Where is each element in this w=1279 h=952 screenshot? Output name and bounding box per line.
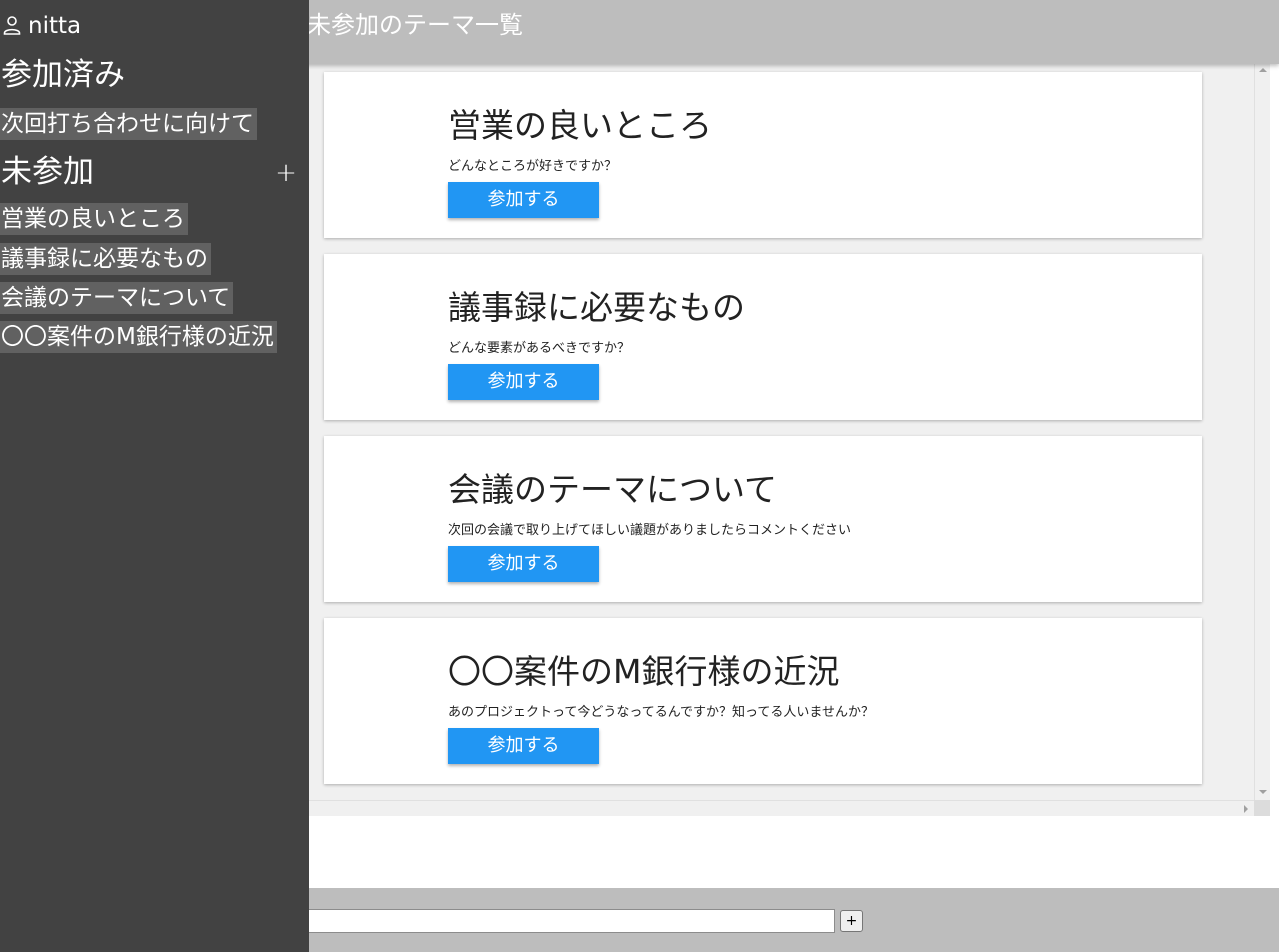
join-button[interactable]: 参加する [448,728,599,764]
user-name: nitta [28,13,82,39]
theme-title: 議事録に必要なもの [448,288,745,327]
theme-card: 営業の良いところ どんなところが好きですか？ 参加する [324,72,1202,238]
comment-input[interactable] [300,909,835,933]
scroll-up-icon[interactable] [1259,68,1267,72]
sidebar: nitta 参加済み 次回打ち合わせに向けて 未参加 + 営業の良いところ 議事… [0,0,309,952]
scroll-right-icon[interactable] [1244,805,1248,813]
add-comment-button[interactable]: + [840,910,863,932]
theme-title: 営業の良いところ [448,106,712,145]
join-button[interactable]: 参加する [448,546,599,582]
theme-title: 〇〇案件のM銀行様の近況 [448,652,840,691]
vertical-scrollbar[interactable] [1254,64,1270,800]
horizontal-scrollbar[interactable] [309,800,1254,816]
scrollbar-corner [1254,800,1270,816]
sidebar-item-theme[interactable]: 〇〇案件のM銀行様の近況 [0,321,277,353]
theme-description: どんな要素があるべきですか？ [448,341,631,356]
theme-card: 〇〇案件のM銀行様の近況 あのプロジェクトって今どうなってるんですか？知ってる人… [324,618,1202,784]
add-theme-button[interactable]: + [274,158,298,188]
not-joined-heading: 未参加 [1,154,94,190]
sidebar-item-theme[interactable]: 会議のテーマについて [0,282,234,314]
theme-description: あのプロジェクトって今どうなってるんですか？知ってる人いませんか？ [448,705,875,720]
sidebar-item-theme[interactable]: 議事録に必要なもの [0,243,211,275]
scroll-down-icon[interactable] [1259,790,1267,794]
join-button[interactable]: 参加する [448,182,599,218]
user-info: nitta [2,11,81,41]
person-icon [2,14,22,38]
join-button[interactable]: 参加する [448,364,599,400]
theme-title: 会議のテーマについて [448,470,778,509]
sidebar-item-theme[interactable]: 営業の良いところ [0,203,188,235]
sidebar-item-joined-theme[interactable]: 次回打ち合わせに向けて [0,108,257,140]
theme-description: どんなところが好きですか？ [448,159,618,174]
theme-card: 議事録に必要なもの どんな要素があるべきですか？ 参加する [324,254,1202,420]
theme-description: 次回の会議で取り上げてほしい議題がありましたらコメントください [448,523,852,538]
theme-card: 会議のテーマについて 次回の会議で取り上げてほしい議題がありましたらコメントくだ… [324,436,1202,602]
page-title: 未参加のテーマ一覧 [307,11,523,39]
joined-heading: 参加済み [1,57,125,93]
